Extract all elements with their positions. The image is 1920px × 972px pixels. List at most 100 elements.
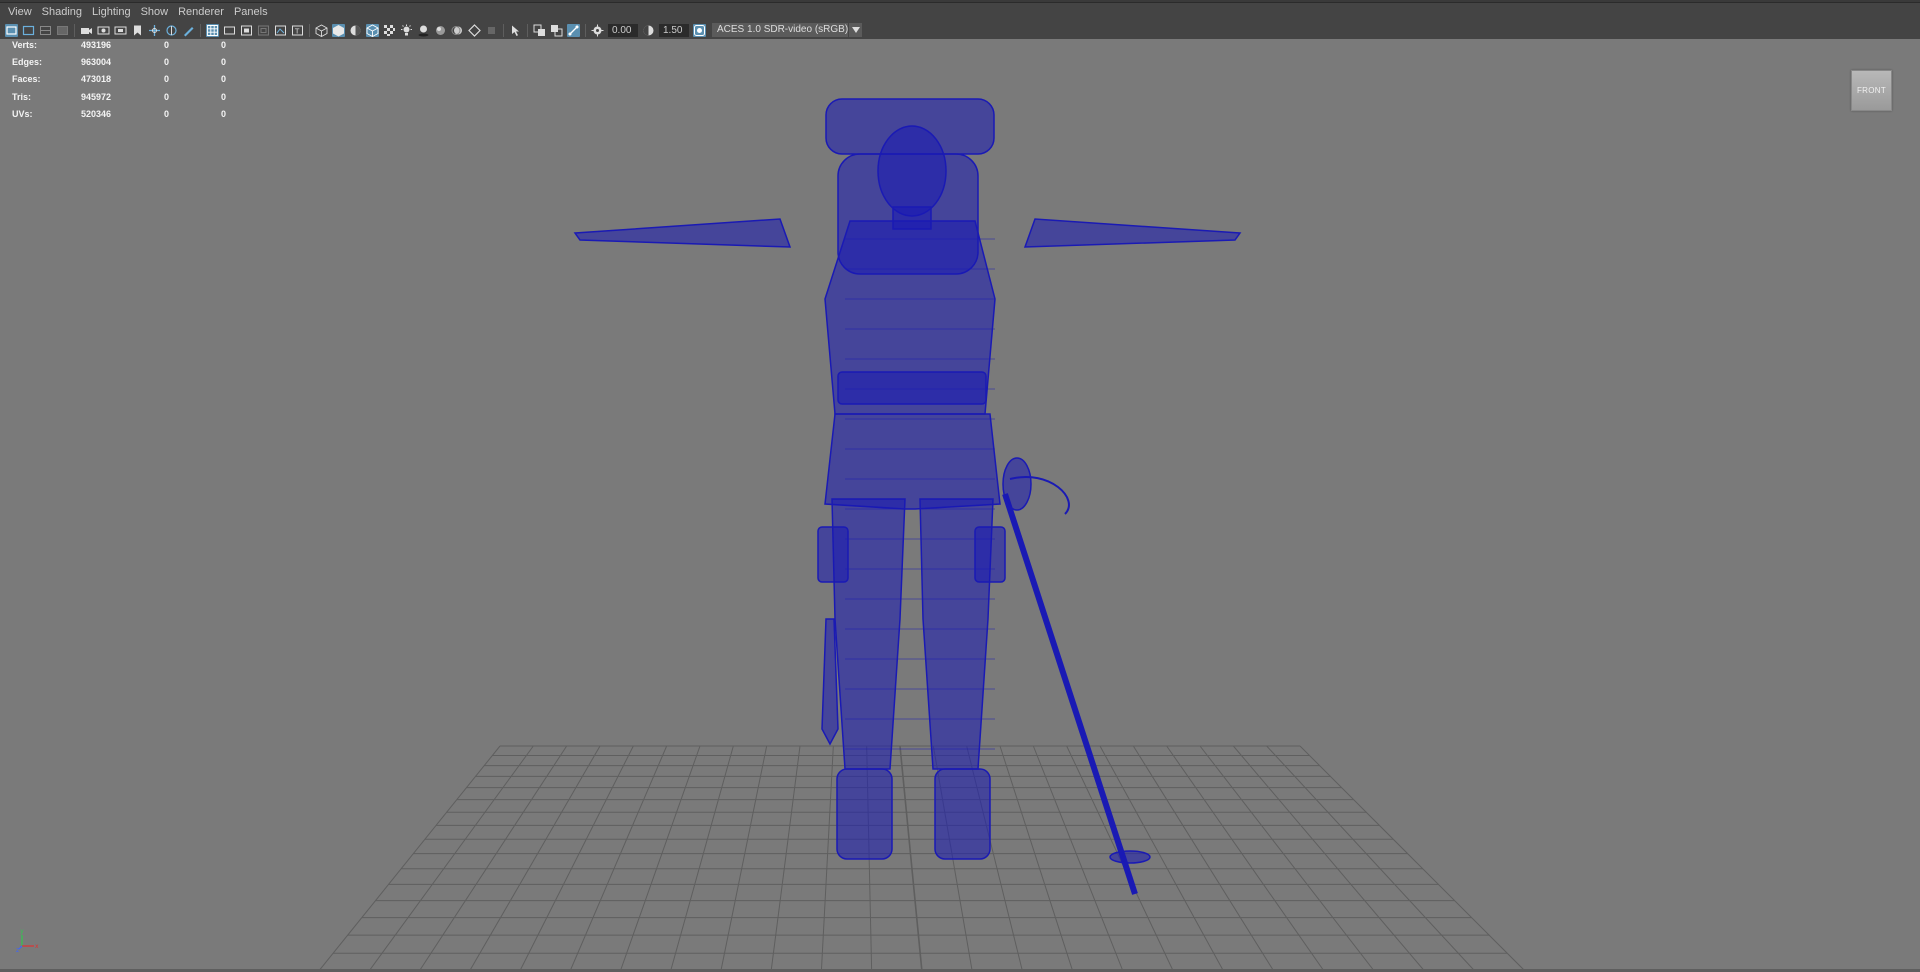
hud-value: 0 (221, 109, 227, 120)
hud-value: 0 (221, 74, 227, 85)
hud-value: 0 (164, 57, 170, 68)
viewport-3d[interactable]: Verts: 493196 0 0 Edges: 963004 0 0 Face… (0, 39, 1920, 972)
field-chart-icon[interactable] (257, 24, 270, 37)
gamma-field[interactable] (659, 23, 689, 37)
hud-label: Verts: (12, 39, 38, 50)
grid-line (1266, 745, 1477, 972)
gamma-icon[interactable] (642, 24, 655, 37)
hud-value: 0 (164, 74, 170, 85)
exposure-field[interactable] (608, 23, 638, 37)
axis-y-label: y (20, 928, 24, 935)
camera-attributes-icon[interactable] (22, 24, 35, 37)
multisample-aa-icon[interactable] (468, 23, 481, 37)
left-boot (836, 768, 893, 860)
grid-line (720, 745, 768, 972)
view-cube-label: FRONT (1856, 86, 1887, 95)
svg-text:T: T (294, 27, 300, 35)
grid-line (367, 745, 534, 972)
bookmark-icon[interactable] (131, 24, 144, 37)
menu-show[interactable]: Show (137, 3, 175, 21)
view-transform-dropdown[interactable]: ACES 1.0 SDR-video (sRGB) (712, 23, 862, 37)
xray-active-components-icon[interactable] (550, 24, 563, 37)
rotate-tool-icon[interactable] (165, 24, 178, 37)
hip-belt (837, 371, 987, 405)
isolate-select-icon[interactable] (509, 24, 522, 37)
hud-value: 0 (164, 39, 170, 50)
shadows-icon[interactable] (417, 24, 430, 37)
gate-mask-icon[interactable] (240, 24, 253, 37)
hud-label: Tris: (12, 91, 32, 102)
toolbar-separator (74, 23, 75, 37)
hud-value: 493196 (81, 39, 112, 50)
exposure-icon[interactable] (591, 24, 604, 37)
right-arm (1023, 218, 1242, 248)
hud-row-edges: Edges: 963004 0 0 (12, 53, 241, 70)
axis-indicator-icon: y x z (16, 928, 39, 952)
hud-label: Edges: (12, 57, 43, 68)
hud-label: UVs: (12, 109, 33, 120)
camera-icon[interactable] (80, 24, 93, 37)
film-gate-icon[interactable] (97, 24, 110, 37)
menu-view[interactable]: View (4, 3, 38, 21)
image-plane-icon[interactable] (56, 24, 69, 37)
right-pocket (974, 526, 1006, 583)
view-transform-label: ACES 1.0 SDR-video (sRGB) (717, 24, 849, 35)
wireframe-cube-icon[interactable] (315, 23, 328, 37)
bookmarks-icon[interactable] (39, 24, 52, 37)
grid-line (669, 745, 734, 972)
move-tool-icon[interactable] (148, 24, 161, 37)
axis-x-label: x (35, 943, 39, 950)
menu-renderer[interactable]: Renderer (174, 3, 230, 21)
view-cube-front[interactable]: FRONT (1851, 70, 1892, 111)
depth-of-field-icon[interactable] (485, 24, 498, 37)
grid-line (317, 745, 501, 972)
left-pocket (817, 526, 849, 583)
screen-space-ao-icon[interactable] (434, 24, 447, 37)
right-boot (934, 768, 991, 860)
grid-line (1299, 745, 1527, 972)
hud-value: 963004 (81, 57, 112, 68)
grid-line (1232, 745, 1426, 972)
resolution-gate-icon[interactable] (114, 24, 127, 37)
hud-value: 0 (164, 109, 170, 120)
default-material-icon[interactable] (349, 24, 362, 37)
color-management-icon[interactable] (693, 23, 706, 37)
motion-blur-icon[interactable] (451, 24, 464, 37)
grid-line (1132, 745, 1275, 972)
menu-shading[interactable]: Shading (38, 3, 88, 21)
hud-row-faces: Faces: 473018 0 0 (12, 71, 241, 88)
hud-value: 473018 (81, 74, 112, 85)
wireframe-on-shaded-icon[interactable] (366, 23, 379, 37)
safe-action-icon[interactable] (274, 24, 287, 37)
toolbar-separator (503, 23, 504, 37)
grid-line (619, 745, 701, 972)
use-all-lights-icon[interactable] (400, 24, 413, 37)
grid-line (1032, 745, 1124, 972)
textured-icon[interactable] (383, 24, 396, 37)
select-camera-icon[interactable] (5, 23, 18, 37)
poly-count-hud: Verts: 493196 0 0 Edges: 963004 0 0 Face… (12, 39, 241, 123)
xray-icon[interactable] (533, 24, 546, 37)
scene-canvas[interactable] (0, 39, 1920, 972)
chevron-down-icon[interactable] (848, 23, 862, 37)
menu-panels[interactable]: Panels (230, 3, 274, 21)
hud-value: 0 (164, 91, 170, 102)
panel-menubar: View Shading Lighting Show Renderer Pane… (0, 3, 1920, 21)
xray-joints-icon[interactable] (567, 23, 580, 37)
hud-row-verts: Verts: 493196 0 0 (12, 39, 241, 53)
film-gate-toggle-icon[interactable] (223, 24, 236, 37)
smooth-shade-icon[interactable] (332, 23, 345, 37)
hud-row-uvs: UVs: 520346 0 0 (12, 106, 241, 123)
grid-icon[interactable] (206, 23, 219, 37)
menu-lighting[interactable]: Lighting (88, 3, 137, 21)
safe-title-icon[interactable]: T (291, 24, 304, 37)
head (877, 125, 947, 217)
grid-line (1199, 745, 1376, 972)
pen-tool-icon[interactable] (182, 24, 195, 37)
left-arm (573, 218, 792, 248)
grid-line (569, 745, 668, 972)
pelvis (824, 413, 1001, 510)
toolbar-separator (585, 23, 586, 37)
grid-line (1166, 745, 1326, 972)
grid-line (518, 745, 634, 972)
